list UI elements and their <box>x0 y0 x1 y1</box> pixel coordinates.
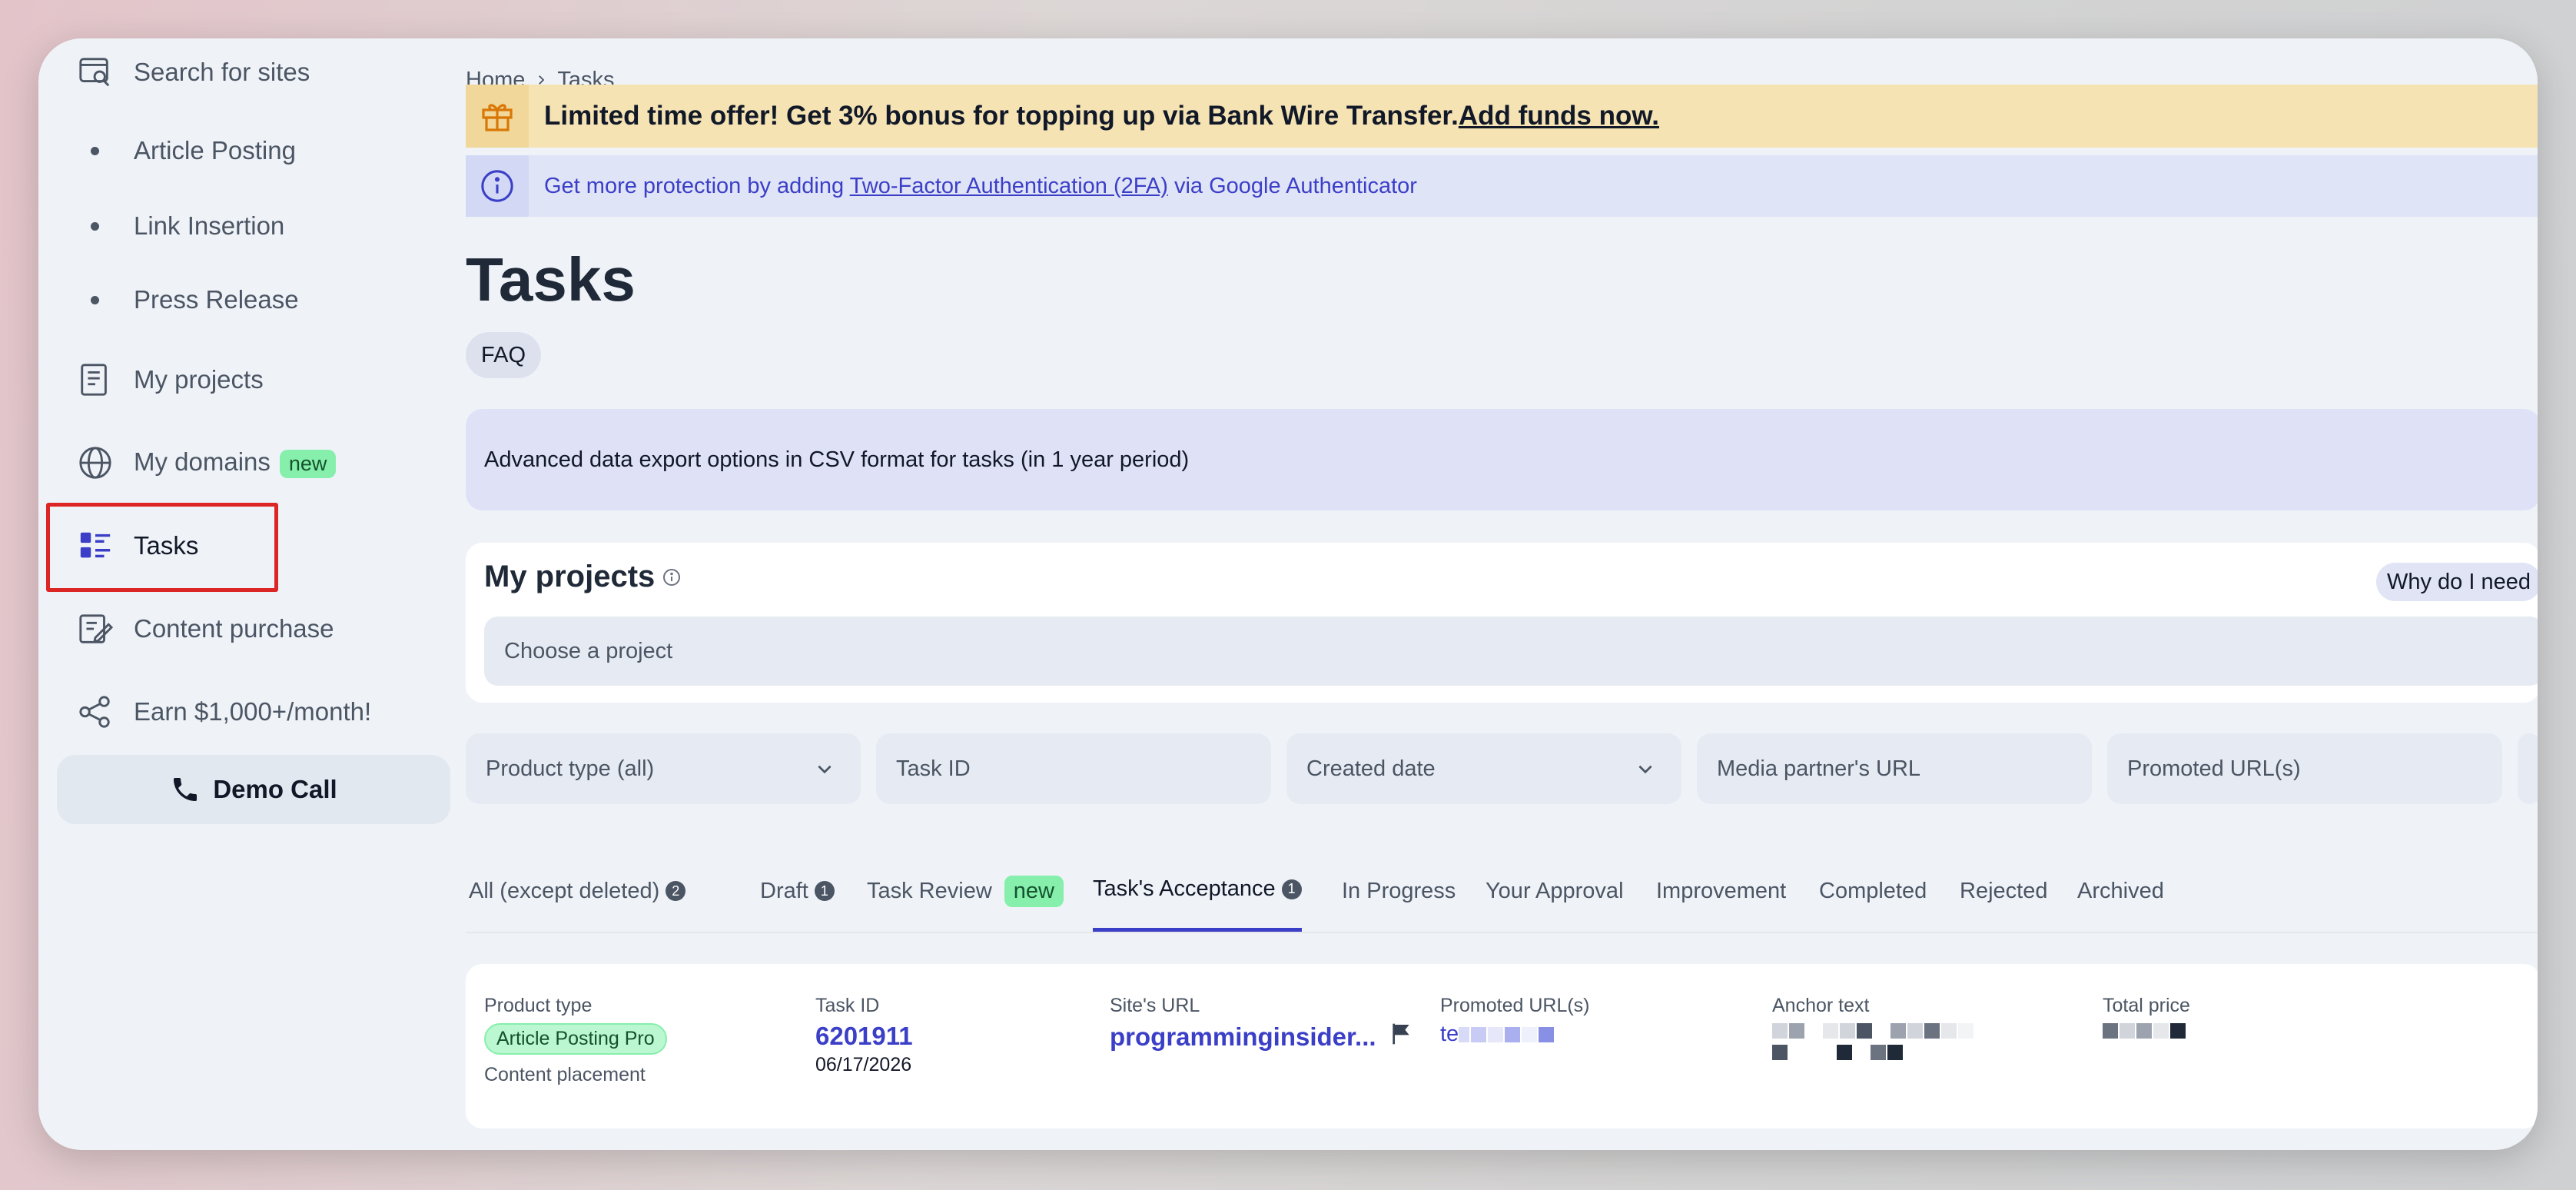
sidebar-item-label: Content purchase <box>134 614 334 643</box>
sidebar-item-label: My domains new <box>134 447 337 478</box>
sidebar-item-label: Press Release <box>134 285 299 314</box>
site-url-link[interactable]: programminginsider... <box>1110 1022 1413 1052</box>
product-type-badge: Article Posting Pro <box>484 1023 667 1055</box>
flag-icon[interactable] <box>1389 1022 1413 1052</box>
total-price-cell: Total price <box>2103 995 2190 1039</box>
twofa-prefix: Get more protection by adding <box>544 173 850 198</box>
anchor-text-label: Anchor text <box>1772 995 1870 1016</box>
product-type-filter[interactable]: Product type (all) <box>466 733 861 804</box>
demo-call-label: Demo Call <box>213 775 337 803</box>
product-type-cell: Product type Article Posting Pro Content… <box>484 995 667 1086</box>
sidebar-item-label: Search for sites <box>134 58 310 86</box>
total-price-blurred <box>2103 1023 2190 1039</box>
tab-count: 1 <box>1281 879 1302 899</box>
sidebar-item-label: Article Posting <box>134 136 296 165</box>
add-funds-link[interactable]: Add funds now. <box>1459 101 1659 131</box>
promoted-url-value[interactable]: te <box>1440 1022 1590 1047</box>
sidebar-item-press-release[interactable]: Press Release <box>57 269 456 331</box>
twofa-link[interactable]: Two-Factor Authentication (2FA) <box>850 174 1168 198</box>
share-icon <box>75 692 115 732</box>
sidebar-item-earn[interactable]: Earn $1,000+/month! <box>57 681 456 743</box>
site-url-label: Site's URL <box>1110 995 1200 1016</box>
filters-bar: Product type (all) Task ID Created date … <box>466 733 2538 804</box>
placement-text: Content placement <box>484 1064 646 1085</box>
twofa-suffix: via Google Authenticator <box>1167 173 1417 198</box>
task-id-cell: Task ID 6201911 06/17/2026 <box>815 995 913 1076</box>
gift-icon <box>466 85 529 148</box>
new-badge: new <box>1004 875 1064 907</box>
why-do-i-need-button[interactable]: Why do I need <box>2376 563 2538 601</box>
info-icon <box>466 155 529 217</box>
tab-draft[interactable]: Draft 1 <box>760 850 835 932</box>
app-window: Search for sites Article Posting Link In… <box>38 38 2538 1150</box>
demo-call-button[interactable]: Demo Call <box>57 755 450 824</box>
promo-text: Limited time offer! Get 3% bonus for top… <box>544 101 1459 131</box>
tab-tasks-acceptance[interactable]: Task's Acceptance 1 <box>1093 850 1302 932</box>
anchor-text-blurred <box>1772 1023 2033 1060</box>
tab-completed[interactable]: Completed <box>1819 850 1927 932</box>
promoted-url-label: Promoted URL(s) <box>1440 995 1590 1016</box>
export-panel[interactable]: Advanced data export options in CSV form… <box>466 409 2538 510</box>
product-type-label: Product type <box>484 995 593 1016</box>
new-badge: new <box>279 449 337 478</box>
chevron-down-icon <box>1635 759 1655 779</box>
tab-in-progress[interactable]: In Progress <box>1342 850 1456 932</box>
page-title: Tasks <box>466 245 636 314</box>
globe-icon <box>75 443 115 483</box>
document-icon <box>75 360 115 400</box>
status-tabs: All (except deleted) 2 Draft 1 Task Review… <box>466 850 2538 933</box>
anchor-text-cell: Anchor text <box>1772 995 2033 1060</box>
sidebar: Search for sites Article Posting Link In… <box>38 38 453 1150</box>
chevron-down-icon <box>815 759 835 779</box>
export-text: Advanced data export options in CSV form… <box>484 447 1190 472</box>
task-id-input[interactable]: Task ID <box>876 733 1271 804</box>
task-id-link[interactable]: 6201911 <box>815 1022 913 1051</box>
bullet-icon <box>91 147 99 155</box>
phone-icon <box>170 774 201 805</box>
twofa-banner: Get more protection by adding Two-Factor… <box>466 155 2538 217</box>
site-url-cell: Site's URL programminginsider... <box>1110 995 1413 1052</box>
tab-rejected[interactable]: Rejected <box>1960 850 2047 932</box>
sidebar-item-label: Link Insertion <box>134 211 285 240</box>
extra-filter[interactable] <box>2518 733 2538 804</box>
bullet-icon <box>91 222 99 231</box>
edit-document-icon <box>75 609 115 649</box>
sidebar-item-article-posting[interactable]: Article Posting <box>57 120 456 181</box>
media-partner-url-input[interactable]: Media partner's URL <box>1697 733 2092 804</box>
task-id-label: Task ID <box>815 995 880 1016</box>
my-projects-card: My projects Why do I need Choose a proje… <box>466 543 2538 703</box>
promo-banner: Limited time offer! Get 3% bonus for top… <box>466 85 2538 148</box>
highlight-box <box>46 503 278 592</box>
created-date-filter[interactable]: Created date <box>1286 733 1681 804</box>
sidebar-item-label: Earn $1,000+/month! <box>134 697 372 726</box>
sidebar-item-label: My projects <box>134 365 264 394</box>
sidebar-item-link-insertion[interactable]: Link Insertion <box>57 195 456 257</box>
total-price-label: Total price <box>2103 995 2190 1016</box>
project-select[interactable]: Choose a project <box>484 617 2538 686</box>
task-date: 06/17/2026 <box>815 1054 912 1075</box>
my-projects-title: My projects <box>484 560 681 594</box>
bullet-icon <box>91 296 99 304</box>
tab-improvement[interactable]: Improvement <box>1656 850 1786 932</box>
tab-your-approval[interactable]: Your Approval <box>1486 850 1624 932</box>
task-row[interactable]: Product type Article Posting Pro Content… <box>466 964 2538 1129</box>
main-content: Home Tasks Limited time offer! Get 3% bo… <box>466 38 2538 1150</box>
tab-task-review[interactable]: Task Review new <box>867 850 1064 932</box>
tab-count: 2 <box>666 881 686 901</box>
faq-button[interactable]: FAQ <box>466 332 542 378</box>
tab-archived[interactable]: Archived <box>2077 850 2164 932</box>
sidebar-item-my-domains[interactable]: My domains new <box>57 432 456 494</box>
promoted-url-cell: Promoted URL(s) te <box>1440 995 1590 1047</box>
info-small-icon[interactable] <box>662 560 681 594</box>
sidebar-item-content-purchase[interactable]: Content purchase <box>57 598 456 660</box>
sidebar-item-my-projects[interactable]: My projects <box>57 349 456 411</box>
tab-count: 1 <box>814 881 835 901</box>
tab-all[interactable]: All (except deleted) 2 <box>469 850 686 932</box>
search-sites-icon <box>75 52 115 92</box>
sidebar-item-search-sites[interactable]: Search for sites <box>57 42 456 103</box>
promoted-urls-input[interactable]: Promoted URL(s) <box>2107 733 2502 804</box>
